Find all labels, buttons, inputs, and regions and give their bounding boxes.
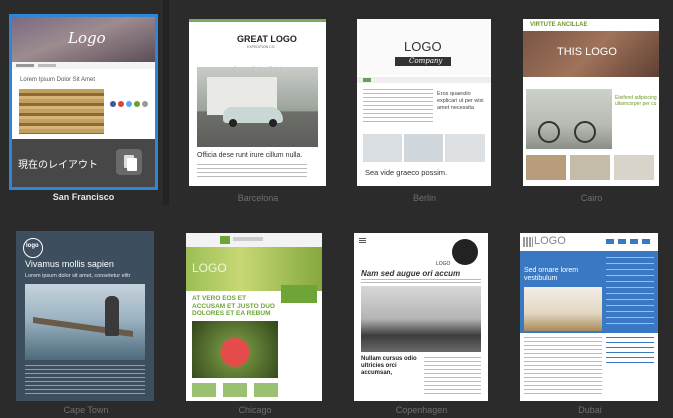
nav-bar — [186, 233, 322, 247]
desk-image — [524, 287, 602, 331]
body-title: Nullam cursus odio ultricies orci accums… — [361, 356, 417, 376]
body-text — [524, 337, 602, 395]
current-layout-icon — [116, 149, 142, 175]
template-headline: Eleifend adipiscing ullamcorper per cu — [615, 95, 657, 107]
template-logo: LOGO — [534, 235, 566, 247]
top-accent — [189, 19, 326, 22]
template-thumbnail: VIRTUTE ANCILLAE THIS LOGO Eleifend adip… — [523, 19, 659, 186]
template-logo-sub: Company — [409, 57, 443, 65]
template-logo-sub: EXPEDITION CO — [247, 45, 275, 49]
template-card-berlin[interactable]: LOGO Company Eros quaestio explicari ut … — [357, 19, 492, 205]
template-logo: VIRTUTE ANCILLAE — [530, 22, 588, 28]
template-name: Dubai — [578, 405, 602, 415]
body-text — [197, 164, 307, 180]
side-text — [606, 337, 654, 367]
bike-image — [526, 89, 612, 149]
photo-strip — [363, 134, 485, 162]
bench-image — [19, 89, 104, 134]
nav-bar — [357, 77, 491, 83]
column-divider — [163, 0, 169, 205]
thumb-row — [526, 155, 654, 180]
template-headline: AT VERO EOS ET ACCUSAM ET JUSTO DUO DOLO… — [192, 295, 275, 317]
body-text — [363, 89, 433, 125]
menu-icon — [359, 238, 366, 243]
logo-ribbon: Company — [395, 57, 451, 66]
social-icons — [110, 101, 150, 109]
template-logo: LOGO — [404, 39, 442, 54]
sea-image — [361, 286, 481, 352]
template-headline: Nam sed augue ori accum — [361, 269, 461, 278]
body-text — [25, 365, 145, 395]
flower-image — [192, 321, 278, 378]
template-logo: LOGO — [436, 261, 451, 267]
template-card-copenhagen[interactable]: LOGO Nam sed augue ori accum Nullam curs… — [354, 233, 489, 418]
template-name: Chicago — [238, 405, 272, 415]
template-name: Cape Town — [63, 405, 109, 415]
template-thumbnail: LOGO Company Eros quaestio explicari ut … — [357, 19, 491, 186]
nav-bar — [606, 239, 654, 244]
template-logo: GREAT LOGO — [237, 34, 297, 44]
template-thumbnail: LOGO AT VERO EOS ET ACCUSAM ET JUSTO DUO… — [186, 233, 322, 401]
template-thumbnail: LOGO Sed ornare lorem vestibulum — [520, 233, 658, 401]
car-image — [197, 67, 318, 147]
pier-image — [25, 284, 145, 360]
template-name: Copenhagen — [395, 405, 448, 415]
template-thumbnail: GREAT LOGO EXPEDITION CO Home About Cont… — [189, 19, 326, 186]
hero-logo: THIS LOGO — [557, 46, 617, 58]
template-headline: Lorem Ipsum Dolor Sit Amet — [20, 77, 96, 83]
template-card-san-francisco[interactable]: Logo Lorem Ipsum Dolor Sit Amet 現在のレイアウト… — [9, 14, 158, 205]
template-name: Berlin — [412, 193, 436, 203]
side-column — [606, 257, 654, 327]
current-layout-label: 現在のレイアウト — [18, 160, 98, 171]
footer-columns — [192, 383, 278, 397]
template-logo: logo — [26, 243, 39, 249]
template-card-chicago[interactable]: LOGO AT VERO EOS ET ACCUSAM ET JUSTO DUO… — [186, 233, 324, 418]
template-logo: LOGO — [192, 261, 227, 275]
template-card-barcelona[interactable]: GREAT LOGO EXPEDITION CO Home About Cont… — [189, 19, 327, 205]
template-name: Barcelona — [237, 193, 279, 203]
template-thumbnail: Logo Lorem Ipsum Dolor Sit Amet 現在のレイアウト — [9, 14, 158, 190]
body-text-right — [424, 357, 481, 397]
logo-circle: logo — [23, 238, 43, 258]
template-name: Cairo — [580, 193, 603, 203]
current-layout-overlay: 現在のレイアウト — [12, 139, 155, 187]
template-thumbnail: LOGO Nam sed augue ori accum Nullam curs… — [354, 233, 488, 401]
template-card-dubai[interactable]: LOGO Sed ornare lorem vestibulum Dubai — [520, 233, 660, 418]
side-menu — [281, 285, 317, 303]
template-headline: Sed ornare lorem vestibulum — [524, 267, 579, 282]
template-headline: Officia dese runt irure cillum nulla. — [197, 152, 303, 159]
template-card-cairo[interactable]: VIRTUTE ANCILLAE THIS LOGO Eleifend adip… — [523, 19, 660, 205]
body-text — [361, 279, 481, 283]
template-logo: Logo — [68, 29, 106, 47]
template-thumbnail: logo Vivamus mollis sapien Lorem ipsum d… — [16, 231, 154, 401]
nav-bar: Home About Contact — [189, 56, 326, 70]
logo-badge: LOGO — [436, 239, 478, 267]
template-headline: Vivamus mollis sapien — [25, 259, 114, 269]
template-subhead: Lorem ipsum dolor sit amet, consetetur e… — [25, 273, 131, 279]
side-text: Eros quaestio explicari ut per wisi amet… — [437, 91, 484, 111]
logo-block — [523, 237, 533, 247]
template-card-cape-town[interactable]: logo Vivamus mollis sapien Lorem ipsum d… — [16, 231, 156, 418]
template-headline: Sea vide graeco possim. — [365, 168, 448, 177]
template-name: San Francisco — [52, 192, 115, 202]
nav-bar — [12, 62, 155, 69]
